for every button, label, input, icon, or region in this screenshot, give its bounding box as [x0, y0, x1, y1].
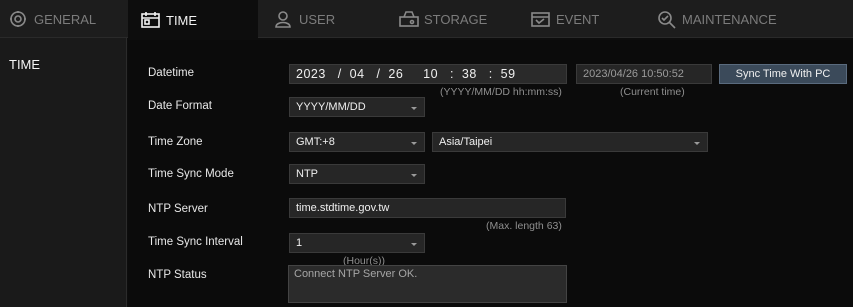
tab-label: STORAGE	[424, 11, 488, 27]
tab-maintenance[interactable]: MAINTENANCE	[656, 0, 777, 38]
tab-general[interactable]: GENERAL	[8, 0, 96, 38]
tab-label: EVENT	[556, 11, 600, 27]
tab-user[interactable]: USER	[273, 0, 335, 38]
time-zone-label: Time Zone	[148, 136, 203, 148]
gear-icon	[8, 9, 30, 29]
time-sync-interval-label: Time Sync Interval	[148, 236, 243, 248]
datetime-format-hint: (YYYY/MM/DD hh:mm:ss)	[440, 86, 562, 98]
ntp-server-input[interactable]: time.stdtime.gov.tw	[289, 198, 566, 218]
tab-label: USER	[299, 11, 336, 27]
time-sync-mode-label: Time Sync Mode	[148, 168, 234, 180]
maintenance-icon	[656, 9, 678, 29]
tab-storage[interactable]: STORAGE	[398, 0, 487, 38]
storage-icon	[398, 9, 420, 29]
calendar-icon	[140, 10, 162, 30]
datetime-input[interactable]: 2023 / 04 / 26 10 : 38 : 59	[289, 64, 567, 84]
ntp-status-box: Connect NTP Server OK.	[288, 265, 567, 303]
tab-label: MAINTENANCE	[682, 11, 777, 27]
ntp-server-label: NTP Server	[148, 203, 208, 215]
date-format-select[interactable]: YYYY/MM/DD	[289, 97, 425, 117]
datetime-label: Datetime	[148, 67, 195, 79]
time-settings-panel: Datetime 2023 / 04 / 26 10 : 38 : 59 (YY…	[128, 40, 853, 307]
date-format-label: Date Format	[148, 100, 212, 112]
event-icon	[530, 9, 552, 29]
time-sync-interval-select[interactable]: 1	[289, 233, 425, 253]
tab-label: TIME	[166, 12, 198, 28]
time-zone-region-select[interactable]: Asia/Taipei	[432, 132, 708, 152]
tab-event[interactable]: EVENT	[530, 0, 599, 38]
ntp-server-max-length-hint: (Max. length 63)	[486, 220, 562, 232]
pc-current-time: 2023/04/26 10:50:52	[576, 64, 712, 84]
ntp-status-label: NTP Status	[148, 269, 207, 281]
time-zone-offset-select[interactable]: GMT:+8	[289, 132, 425, 152]
tab-time[interactable]: TIME	[128, 0, 258, 40]
user-icon	[273, 9, 295, 29]
sidebar: TIME	[0, 38, 127, 307]
tab-label: GENERAL	[34, 11, 97, 27]
sidebar-item-time[interactable]: TIME	[0, 52, 127, 78]
current-time-hint: (Current time)	[620, 86, 685, 98]
time-sync-mode-select[interactable]: NTP	[289, 164, 425, 184]
top-navigation: GENERAL TIME USER STORAGE EVENT MAINTENA…	[0, 0, 853, 40]
sync-time-with-pc-button[interactable]: Sync Time With PC	[719, 64, 847, 84]
